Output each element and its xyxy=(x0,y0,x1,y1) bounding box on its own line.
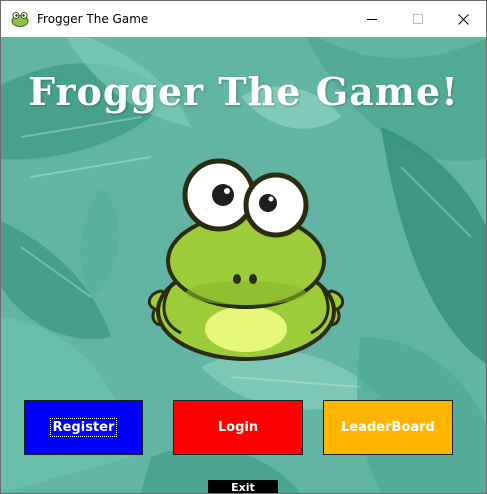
minimize-icon xyxy=(367,19,377,20)
close-button[interactable] xyxy=(440,1,486,37)
game-menu: Frogger The Game! Register Login LeaderB… xyxy=(1,37,486,493)
close-icon xyxy=(457,13,469,25)
exit-button[interactable]: Exit xyxy=(208,480,278,493)
maximize-button[interactable] xyxy=(395,1,441,37)
title-bar[interactable]: Frogger The Game xyxy=(1,1,486,37)
leaderboard-button[interactable]: LeaderBoard xyxy=(323,400,453,455)
maximize-icon xyxy=(413,14,423,24)
register-button-label: Register xyxy=(49,418,118,437)
app-window: Frogger The Game Frogger The Game! Regis… xyxy=(0,0,487,494)
window-title: Frogger The Game xyxy=(37,12,149,26)
register-button[interactable]: Register xyxy=(24,400,143,455)
minimize-button[interactable] xyxy=(349,1,395,37)
frog-icon xyxy=(11,12,29,27)
leaderboard-button-label: LeaderBoard xyxy=(341,420,435,435)
exit-button-label: Exit xyxy=(231,481,255,493)
login-button-label: Login xyxy=(217,420,259,435)
game-title: Frogger The Game! xyxy=(28,69,459,114)
login-button[interactable]: Login xyxy=(173,400,303,455)
frog-mascot-image xyxy=(147,158,345,361)
